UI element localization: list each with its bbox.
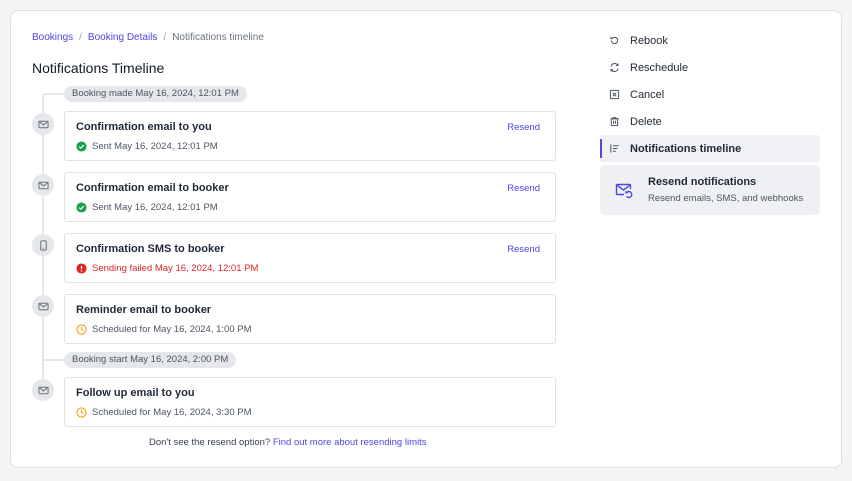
action-delete[interactable]: Delete	[600, 108, 820, 135]
notification-status-text: Scheduled for May 16, 2024, 3:30 PM	[92, 407, 252, 418]
phone-icon	[32, 234, 54, 256]
notification-status: Scheduled for May 16, 2024, 3:30 PM	[76, 407, 252, 418]
reschedule-icon	[608, 61, 621, 74]
action-notifications-timeline[interactable]: Notifications timeline	[600, 135, 820, 162]
notification-status: Sent May 16, 2024, 12:01 PM	[76, 141, 218, 152]
check-circle-icon	[76, 202, 87, 213]
breadcrumb-separator: /	[79, 32, 82, 43]
notification-title: Reminder email to booker	[76, 304, 212, 316]
marker-booking-start: Booking start May 16, 2024, 2:00 PM	[64, 352, 237, 368]
breadcrumb: Bookings / Booking Details / Notificatio…	[32, 32, 264, 43]
clock-icon	[76, 407, 87, 418]
breadcrumb-bookings[interactable]: Bookings	[32, 32, 73, 43]
resend-button[interactable]: Resend	[507, 244, 540, 255]
notification-status-text: Sent May 16, 2024, 12:01 PM	[92, 141, 218, 152]
resend-notifications-title: Resend notifications	[648, 176, 757, 188]
check-circle-icon	[76, 141, 87, 152]
notification-title: Confirmation SMS to booker	[76, 243, 225, 255]
trash-icon	[608, 115, 621, 128]
notification-card: Confirmation email to you Sent May 16, 2…	[64, 111, 556, 161]
mail-icon	[32, 174, 54, 196]
notification-card: Confirmation SMS to booker Sending faile…	[64, 233, 556, 283]
action-reschedule[interactable]: Reschedule	[600, 54, 820, 81]
notification-card: Reminder email to booker Scheduled for M…	[64, 294, 556, 344]
resend-notifications-button[interactable]: Resend notifications Resend emails, SMS,…	[600, 165, 820, 215]
action-label: Notifications timeline	[630, 142, 742, 155]
marker-booking-made: Booking made May 16, 2024, 12:01 PM	[64, 86, 247, 102]
error-icon	[76, 263, 87, 274]
cancel-icon	[608, 88, 621, 101]
notification-title: Confirmation email to booker	[76, 182, 229, 194]
timeline-icon	[608, 142, 621, 155]
breadcrumb-booking-details[interactable]: Booking Details	[88, 32, 157, 43]
notification-card: Follow up email to you Scheduled for May…	[64, 377, 556, 427]
action-label: Reschedule	[630, 61, 689, 74]
notification-title: Confirmation email to you	[76, 121, 212, 133]
rebook-icon	[608, 34, 621, 47]
action-label: Delete	[630, 115, 662, 128]
breadcrumb-separator: /	[163, 32, 167, 43]
page-title: Notifications Timeline	[32, 60, 165, 76]
notification-status: Sending failed May 16, 2024, 12:01 PM	[76, 263, 258, 274]
mail-icon	[32, 295, 54, 317]
resend-help: Don't see the resend option? Find out mo…	[149, 437, 427, 448]
notification-status-text: Sending failed May 16, 2024, 12:01 PM	[92, 263, 259, 274]
notification-status: Sent May 16, 2024, 12:01 PM	[76, 202, 218, 213]
mail-resend-icon	[615, 181, 633, 199]
mail-icon	[32, 379, 54, 401]
notification-status: Scheduled for May 16, 2024, 1:00 PM	[76, 324, 252, 335]
notification-title: Follow up email to you	[76, 387, 195, 399]
resend-limits-link[interactable]: Find out more about resending limits	[273, 437, 427, 448]
resend-notifications-subtitle: Resend emails, SMS, and webhooks	[648, 193, 804, 204]
mail-icon	[32, 113, 54, 135]
breadcrumb-current: Notifications timeline	[172, 32, 264, 43]
resend-button[interactable]: Resend	[507, 183, 540, 194]
notification-status-text: Scheduled for May 16, 2024, 1:00 PM	[92, 324, 252, 335]
clock-icon	[76, 324, 87, 335]
action-cancel[interactable]: Cancel	[600, 81, 820, 108]
notification-status-text: Sent May 16, 2024, 12:01 PM	[92, 202, 218, 213]
actions-menu: Rebook Reschedule Cancel Delete Notifica…	[600, 27, 820, 162]
resend-help-text: Don't see the resend option?	[149, 437, 271, 448]
action-rebook[interactable]: Rebook	[600, 27, 820, 54]
notification-card: Confirmation email to booker Sent May 16…	[64, 172, 556, 222]
action-label: Cancel	[630, 88, 665, 101]
resend-button[interactable]: Resend	[507, 122, 540, 133]
action-label: Rebook	[630, 34, 668, 47]
